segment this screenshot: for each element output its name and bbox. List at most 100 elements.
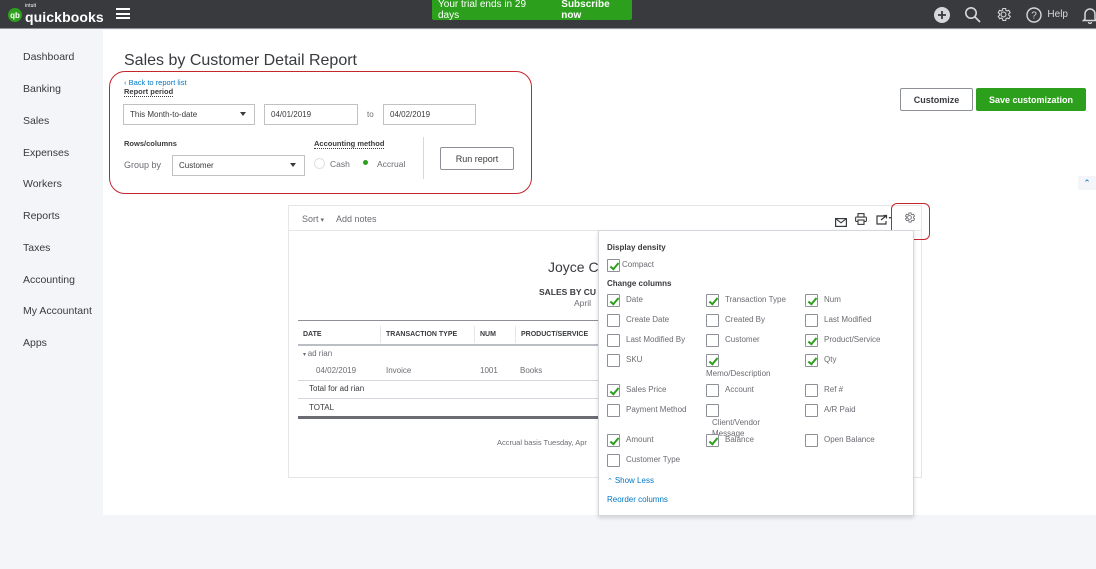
caret-down-icon	[240, 112, 246, 116]
checkbox[interactable]	[607, 354, 620, 367]
reorder-columns-link[interactable]: Reorder columns	[607, 495, 668, 504]
column-checkbox-amount[interactable]: Amount	[607, 434, 705, 447]
checkbox-label: A/R Paid	[824, 405, 856, 414]
checkbox[interactable]	[607, 434, 620, 447]
column-checkbox-qty[interactable]: Qty	[805, 354, 903, 367]
cell-transaction-type[interactable]: Invoice	[386, 366, 411, 375]
checkbox[interactable]	[706, 404, 719, 417]
checkbox[interactable]	[805, 314, 818, 327]
help-icon: ?	[1026, 6, 1043, 23]
column-checkbox-sales-price[interactable]: Sales Price	[607, 384, 705, 397]
column-checkbox-open-balance[interactable]: Open Balance	[805, 434, 903, 447]
checkbox[interactable]	[706, 314, 719, 327]
sidebar-item-apps[interactable]: Apps	[23, 337, 47, 349]
checkbox[interactable]	[706, 354, 719, 367]
save-customization-button[interactable]: Save customization	[976, 88, 1086, 111]
column-checkbox-sku[interactable]: SKU	[607, 354, 705, 367]
checkbox[interactable]	[805, 434, 818, 447]
column-checkbox-memo-description[interactable]: Memo/Description	[706, 354, 804, 379]
sidebar-item-taxes[interactable]: Taxes	[23, 242, 50, 254]
export-icon[interactable]	[876, 212, 892, 230]
plus-circle-icon[interactable]	[934, 6, 951, 23]
checkbox-label: Last Modified	[824, 315, 872, 324]
svg-text:?: ?	[1032, 10, 1038, 21]
column-checkbox-created-by[interactable]: Created By	[706, 314, 804, 327]
run-report-button[interactable]: Run report	[440, 147, 514, 170]
show-less-link[interactable]: ⌃ Show Less	[607, 476, 654, 485]
checkbox[interactable]	[805, 334, 818, 347]
rows-columns-label: Rows/columns	[124, 139, 177, 148]
column-checkbox-a-r-paid[interactable]: A/R Paid	[805, 404, 903, 417]
checkbox[interactable]	[607, 294, 620, 307]
checkbox[interactable]	[706, 294, 719, 307]
checkbox[interactable]	[607, 404, 620, 417]
add-notes-link[interactable]: Add notes	[336, 214, 377, 224]
checkbox[interactable]	[607, 454, 620, 467]
search-icon[interactable]	[964, 6, 982, 23]
cell-date: 04/02/2019	[316, 366, 357, 375]
sidebar-item-my-accountant[interactable]: My Accountant	[23, 305, 92, 317]
trial-banner: Your trial ends in 29 days Subscribe now	[432, 0, 632, 21]
sidebar-item-workers[interactable]: Workers	[23, 178, 62, 190]
accrual-radio[interactable]: Accrual	[361, 158, 405, 169]
bell-icon[interactable]	[1082, 6, 1096, 24]
column-header-num[interactable]: NUM	[480, 331, 496, 338]
checkbox-label: Open Balance	[824, 435, 875, 444]
column-checkbox-transaction-type[interactable]: Transaction Type	[706, 294, 804, 307]
sidebar-item-accounting[interactable]: Accounting	[23, 274, 75, 286]
cash-radio[interactable]: Cash	[314, 158, 350, 169]
radio-button-selected[interactable]	[361, 158, 372, 169]
checkbox[interactable]	[607, 314, 620, 327]
hamburger-menu-icon[interactable]	[116, 8, 130, 19]
checkbox-label: Customer Type	[626, 455, 681, 464]
column-header-transaction-type[interactable]: TRANSACTION TYPE	[386, 331, 457, 338]
to-date-input[interactable]: 04/02/2019	[383, 104, 476, 125]
group-row-toggle[interactable]: ▾ ad rian	[303, 349, 332, 358]
sidebar-item-banking[interactable]: Banking	[23, 83, 61, 95]
intuit-label: intuit	[25, 3, 37, 9]
column-checkbox-last-modified[interactable]: Last Modified	[805, 314, 903, 327]
checkbox[interactable]	[607, 384, 620, 397]
checkbox[interactable]	[607, 334, 620, 347]
help-button[interactable]: ? Help	[1026, 6, 1068, 23]
checkbox[interactable]	[805, 384, 818, 397]
checkbox[interactable]	[607, 259, 620, 272]
checkbox[interactable]	[805, 404, 818, 417]
checkbox[interactable]	[706, 384, 719, 397]
column-checkbox-payment-method[interactable]: Payment Method	[607, 404, 705, 417]
from-date-input[interactable]: 04/01/2019	[264, 104, 358, 125]
report-period-select[interactable]: This Month-to-date	[123, 104, 255, 125]
column-checkbox-balance[interactable]: Balance	[706, 434, 804, 447]
collapse-chevron-up-icon[interactable]: ⌃	[1078, 176, 1096, 190]
column-checkbox-date[interactable]: Date	[607, 294, 705, 307]
column-checkbox-create-date[interactable]: Create Date	[607, 314, 705, 327]
checkbox[interactable]	[706, 434, 719, 447]
sidebar-item-reports[interactable]: Reports	[23, 210, 60, 222]
quickbooks-logo[interactable]: qb intuit quickbooks	[8, 3, 104, 25]
subscribe-now-link[interactable]: Subscribe now	[561, 0, 632, 21]
sidebar-item-expenses[interactable]: Expenses	[23, 147, 69, 159]
column-checkbox-account[interactable]: Account	[706, 384, 804, 397]
column-header-date[interactable]: DATE	[303, 331, 322, 338]
column-checkbox-num[interactable]: Num	[805, 294, 903, 307]
column-checkbox-customer-type[interactable]: Customer Type	[607, 454, 705, 467]
group-by-select[interactable]: Customer	[172, 155, 305, 176]
column-header-product-service[interactable]: PRODUCT/SERVICE	[521, 331, 588, 338]
radio-button[interactable]	[314, 158, 325, 169]
sort-dropdown[interactable]: Sort ▾	[302, 214, 324, 224]
group-name: ad rian	[307, 349, 333, 358]
print-icon[interactable]	[855, 212, 867, 230]
column-checkbox-product-service[interactable]: Product/Service	[805, 334, 903, 347]
checkbox[interactable]	[805, 354, 818, 367]
sidebar-item-dashboard[interactable]: Dashboard	[23, 51, 74, 63]
gear-icon[interactable]	[995, 6, 1012, 23]
sidebar-item-sales[interactable]: Sales	[23, 115, 49, 127]
column-checkbox-customer[interactable]: Customer	[706, 334, 804, 347]
column-checkbox-last-modified-by[interactable]: Last Modified By	[607, 334, 705, 347]
back-to-report-list-link[interactable]: ‹ Back to report list	[124, 78, 187, 87]
compact-checkbox[interactable]: Compact	[607, 259, 654, 272]
customize-button[interactable]: Customize	[900, 88, 973, 111]
column-checkbox-ref[interactable]: Ref #	[805, 384, 903, 397]
checkbox[interactable]	[805, 294, 818, 307]
checkbox[interactable]	[706, 334, 719, 347]
